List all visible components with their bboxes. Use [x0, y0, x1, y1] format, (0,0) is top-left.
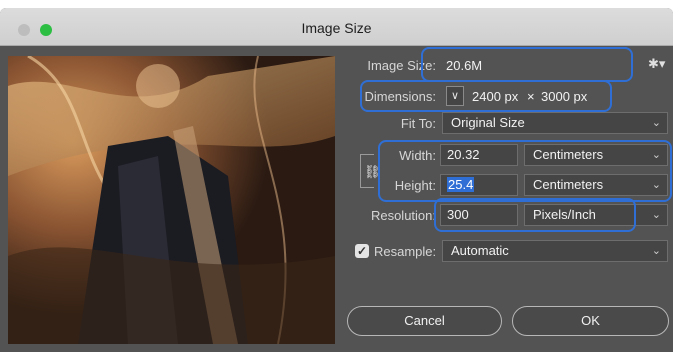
resample-value: Automatic	[451, 243, 509, 258]
image-preview[interactable]	[8, 56, 335, 344]
dialog-title: Image Size	[301, 20, 372, 36]
checkmark-icon: ✓	[356, 244, 368, 258]
resolution-highlight	[434, 198, 636, 232]
fit-to-label: Fit To:	[400, 116, 436, 131]
resample-label: Resample:	[374, 244, 437, 259]
ok-button[interactable]: OK	[512, 306, 669, 336]
size-fields-highlight	[378, 140, 672, 202]
image-size-highlight	[421, 47, 633, 82]
title-bar: Image Size	[0, 8, 673, 46]
preview-image	[8, 56, 335, 344]
resolution-label: Resolution:	[370, 208, 436, 223]
chevron-down-icon: ⌄	[651, 117, 661, 129]
chevron-down-icon: ⌄	[651, 209, 661, 221]
resample-select[interactable]: Automatic ⌄	[442, 240, 668, 262]
chevron-down-icon: ⌄	[651, 245, 661, 257]
cancel-button[interactable]: Cancel	[347, 306, 502, 336]
dimensions-highlight	[360, 80, 612, 112]
fit-to-value: Original Size	[451, 115, 525, 130]
image-size-dialog: Image Size Image Size: 20.6M ✱▾ Dimensio…	[0, 8, 673, 352]
fit-to-select[interactable]: Original Size ⌄	[442, 112, 668, 134]
resample-checkbox[interactable]: ✓	[355, 244, 369, 258]
gear-icon[interactable]: ✱▾	[648, 56, 665, 72]
